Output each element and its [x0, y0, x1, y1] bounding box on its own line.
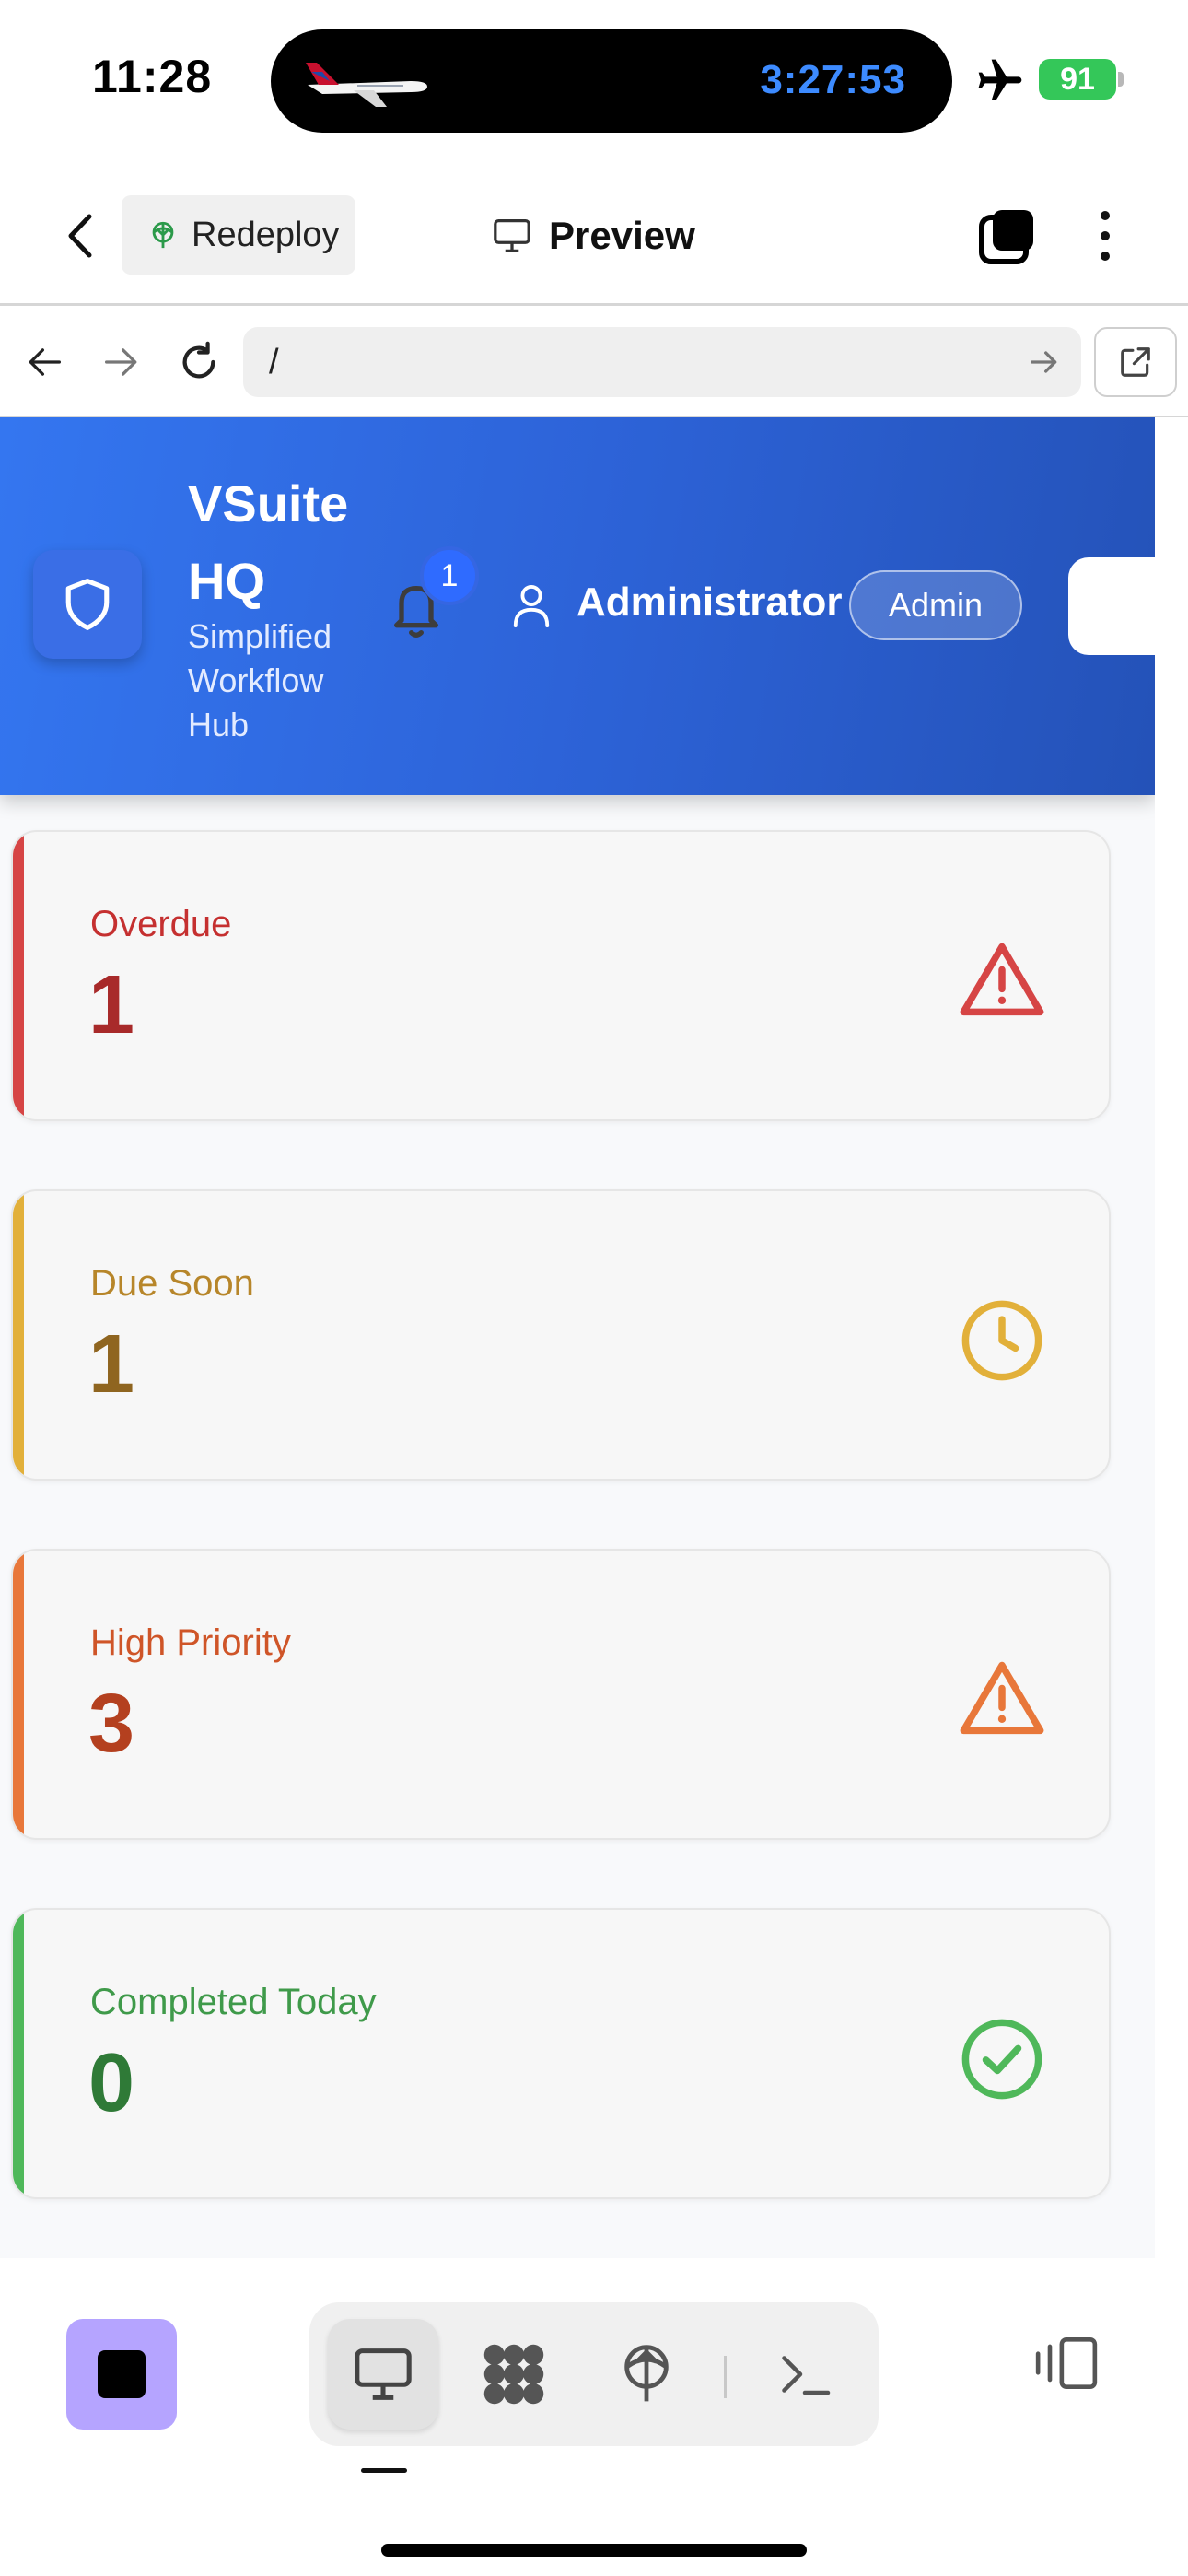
grid-nodes-icon — [483, 2344, 544, 2405]
alert-triangle-icon — [960, 1661, 1044, 1735]
deploy-icon — [624, 2345, 669, 2402]
preview-title: Preview — [492, 203, 695, 269]
arrow-right-icon — [104, 348, 137, 376]
shield-icon — [65, 579, 110, 630]
dynamic-island[interactable]: 3:27:53 — [271, 29, 952, 133]
card-accent — [13, 1191, 24, 1479]
app-top-bar: Redeploy Preview — [0, 166, 1188, 306]
webview: VSuite HQ Simplified Workflow Hub 1 Admi… — [0, 417, 1155, 2258]
check-circle-icon — [961, 2019, 1042, 2100]
monitor-icon — [494, 218, 530, 252]
card-accent — [13, 1551, 24, 1838]
battery-indicator: 91 — [1039, 59, 1116, 100]
preview-tool-button[interactable] — [328, 2319, 438, 2430]
status-time: 11:28 — [92, 51, 213, 102]
card-label: Overdue — [90, 904, 232, 944]
home-indicator[interactable] — [381, 2544, 807, 2557]
app-header: VSuite HQ Simplified Workflow Hub 1 Admi… — [0, 417, 1155, 795]
stop-button[interactable] — [66, 2319, 177, 2430]
header-action-button[interactable] — [1068, 557, 1155, 655]
card-value: 1 — [88, 959, 135, 1051]
airline-plane-icon — [306, 63, 427, 107]
back-button[interactable] — [52, 201, 107, 271]
browser-forward-button[interactable] — [96, 336, 147, 388]
clock-icon — [961, 1300, 1042, 1381]
stat-card-completed-today[interactable]: Completed Today 0 — [11, 1908, 1111, 2199]
tabs-icon[interactable] — [978, 206, 1037, 265]
stat-card-due-soon[interactable]: Due Soon 1 — [11, 1189, 1111, 1481]
arrow-left-icon — [29, 348, 61, 376]
airplane-mode-icon — [978, 59, 1022, 100]
user-icon — [513, 585, 550, 627]
monitor-icon — [355, 2348, 412, 2400]
role-badge: Admin — [849, 570, 1022, 640]
card-label: High Priority — [90, 1622, 291, 1663]
stop-icon — [98, 2350, 146, 2398]
arrow-right-icon[interactable] — [1026, 344, 1063, 381]
stat-card-high-priority[interactable]: High Priority 3 — [11, 1549, 1111, 1840]
toolbar-divider — [724, 2356, 727, 2398]
layout-toggle-button[interactable] — [1030, 2326, 1103, 2400]
app-title: VSuite HQ — [188, 474, 349, 610]
battery-nub — [1118, 72, 1124, 87]
browser-nav-bar: / — [0, 309, 1188, 417]
card-label: Completed Today — [90, 1982, 377, 2022]
card-value: 3 — [88, 1678, 135, 1770]
deploy-icon — [152, 221, 174, 249]
chevron-left-icon — [68, 214, 92, 258]
alert-triangle-icon — [960, 943, 1044, 1016]
redeploy-label: Redeploy — [192, 215, 340, 254]
workflows-tool-button[interactable] — [459, 2319, 569, 2430]
card-accent — [13, 832, 24, 1119]
url-input[interactable]: / — [243, 327, 1081, 397]
open-external-button[interactable] — [1094, 327, 1177, 397]
card-value: 1 — [88, 1318, 135, 1411]
card-label: Due Soon — [90, 1263, 254, 1304]
external-link-icon — [1121, 347, 1150, 377]
browser-back-button[interactable] — [18, 336, 70, 388]
redeploy-button[interactable]: Redeploy — [122, 195, 355, 275]
live-activity-timer: 3:27:53 — [760, 57, 906, 102]
card-accent — [13, 1910, 24, 2197]
more-options-button[interactable] — [1077, 203, 1133, 269]
app-subtitle: Simplified Workflow Hub — [188, 617, 332, 744]
app-logo — [33, 550, 142, 659]
user-name[interactable]: Administrator — [577, 580, 842, 626]
reload-icon — [182, 341, 215, 379]
status-bar: 11:28 3:27:53 91 — [0, 0, 1188, 166]
terminal-icon — [782, 2356, 831, 2395]
active-tool-indicator — [361, 2468, 407, 2473]
tool-switcher — [309, 2302, 879, 2446]
card-value: 0 — [88, 2037, 135, 2129]
url-text: / — [269, 342, 279, 381]
vertical-ellipsis-icon — [1101, 211, 1110, 261]
bottom-toolbar — [0, 2258, 1188, 2576]
deploy-tool-button[interactable] — [591, 2319, 702, 2430]
notification-badge: 1 — [420, 546, 479, 605]
browser-reload-button[interactable] — [173, 336, 225, 388]
preview-label: Preview — [549, 214, 695, 257]
terminal-tool-button[interactable] — [750, 2319, 860, 2430]
stat-card-overdue[interactable]: Overdue 1 — [11, 830, 1111, 1121]
split-view-icon — [1035, 2336, 1098, 2390]
